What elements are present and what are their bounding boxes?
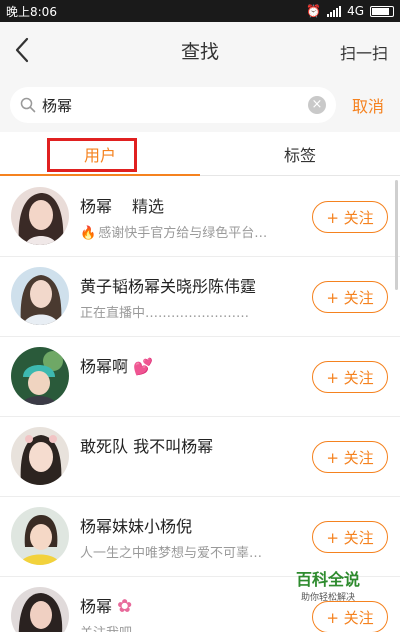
list-item[interactable]: 杨幂 精选 🔥 感谢快手官方给与绿色平台… + 关注: [0, 177, 400, 257]
highlight-box: [47, 138, 137, 172]
fire-icon: 🔥: [80, 226, 97, 241]
featured-tag: 精选: [132, 197, 165, 216]
follow-button[interactable]: + 关注: [312, 361, 388, 393]
avatar[interactable]: [11, 507, 69, 565]
signal-icon: [327, 5, 342, 17]
search-box: ×: [10, 87, 336, 123]
tab-tags[interactable]: 标签: [200, 132, 400, 175]
top-bar: 查找 扫一扫: [0, 22, 400, 78]
follow-button[interactable]: + 关注: [312, 521, 388, 553]
network-label: 4G: [347, 4, 364, 18]
page-title: 查找: [180, 40, 219, 63]
search-row: × 取消: [0, 78, 400, 132]
list-item[interactable]: 敢死队 我不叫杨幂 + 关注: [0, 417, 400, 497]
user-name: 杨幂妹妹小杨倪: [80, 517, 193, 536]
user-desc: 人一生之中唯梦想与爱不可辜…: [80, 546, 263, 561]
user-result-list: 杨幂 精选 🔥 感谢快手官方给与绿色平台… + 关注 黄子韬杨幂关晓彤陈伟霆 正在直…: [0, 177, 400, 632]
avatar[interactable]: [11, 427, 69, 485]
status-time: 晚上8:06: [6, 4, 57, 19]
follow-button[interactable]: + 关注: [312, 201, 388, 233]
user-name: 杨幂啊 💕: [80, 357, 154, 376]
back-arrow-icon[interactable]: [12, 36, 34, 64]
user-name: 黄子韬杨幂关晓彤陈伟霆: [80, 277, 257, 296]
active-tab-indicator: [0, 174, 200, 176]
clear-icon[interactable]: ×: [308, 96, 326, 114]
tab-tags-label: 标签: [283, 145, 316, 165]
cancel-button[interactable]: 取消: [352, 93, 384, 117]
scan-button[interactable]: 扫一扫: [340, 40, 388, 64]
list-item[interactable]: 杨幂妹妹小杨倪 人一生之中唯梦想与爱不可辜… + 关注: [0, 497, 400, 577]
follow-button[interactable]: + 关注: [312, 281, 388, 313]
status-icons: ⏰ 4G: [306, 4, 394, 18]
user-desc: 🔥 感谢快手官方给与绿色平台…: [80, 226, 268, 241]
follow-button[interactable]: + 关注: [312, 601, 388, 632]
watermark-logo: 百科全说 助你轻松解决: [282, 566, 374, 603]
avatar[interactable]: [11, 347, 69, 405]
heart-icon: 💕: [133, 357, 154, 376]
list-item[interactable]: 黄子韬杨幂关晓彤陈伟霆 正在直播中…………………… + 关注: [0, 257, 400, 337]
search-input[interactable]: [42, 96, 282, 114]
user-name: 杨幂 ✿: [80, 596, 133, 617]
follow-button[interactable]: + 关注: [312, 441, 388, 473]
flower-icon: ✿: [117, 596, 133, 617]
alarm-icon: ⏰: [306, 4, 322, 18]
watermark-subtitle: 助你轻松解决: [300, 593, 355, 603]
status-bar: 晚上8:06 ⏰ 4G: [0, 0, 400, 22]
user-name: 敢死队 我不叫杨幂: [80, 437, 214, 456]
avatar[interactable]: [11, 587, 69, 632]
search-icon: [20, 97, 36, 113]
battery-icon: [370, 5, 394, 17]
user-desc: 关注我吧: [80, 622, 302, 632]
avatar[interactable]: [11, 267, 69, 325]
avatar[interactable]: [11, 187, 69, 245]
user-desc: 正在直播中……………………: [80, 306, 250, 321]
scrollbar[interactable]: [395, 180, 398, 290]
user-name: 杨幂 精选: [80, 197, 165, 216]
watermark-title: 百科全说: [295, 570, 360, 589]
list-item[interactable]: 杨幂啊 💕 + 关注: [0, 337, 400, 417]
